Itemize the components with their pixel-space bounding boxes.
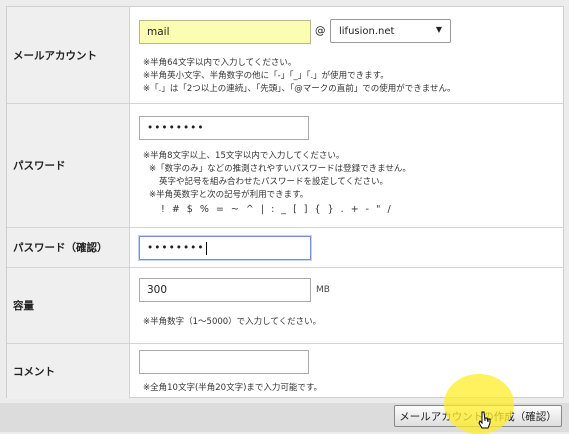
mail-note-2: ※半角英小文字、半角数字の他に「-」「_」「.」が使用できます。 — [143, 71, 389, 81]
mail-note-3: ※「.」は「2つ以上の連続」、「先頭」、「@マークの直前」での使用ができません。 — [143, 84, 456, 94]
password-symbols: ! # $ % = ~ ^ | : _ [ ] { } . + - " / — [161, 204, 393, 215]
mail-account-form: メールアカウント mail @ lifusion.net ▼ ※半角64文字以内… — [6, 6, 564, 399]
password-note-2: ※「数字のみ」などの推測されやすいパスワードは登録できません。 — [149, 164, 411, 174]
comment-label: コメント — [7, 344, 130, 399]
capacity-label: 容量 — [7, 268, 130, 343]
password-input[interactable]: •••••••• — [139, 116, 309, 140]
comment-input[interactable] — [139, 350, 309, 374]
domain-select[interactable]: lifusion.net ▼ — [330, 19, 451, 43]
row-capacity: 容量 300 MB ※半角数字（1～5000）で入力してください。 — [7, 267, 563, 343]
password-confirm-value: •••••••• — [147, 242, 205, 254]
mail-note-1: ※半角64文字以内で入力してください。 — [143, 58, 297, 68]
password-note-4: ※半角英数字と次の記号が利用できます。 — [149, 190, 309, 200]
row-password: パスワード •••••••• ※半角8文字以上、15文字以内で入力してください。… — [7, 103, 563, 227]
mail-account-label: メールアカウント — [7, 7, 130, 103]
capacity-input[interactable]: 300 — [139, 278, 311, 302]
row-password-confirm: パスワード（確認） •••••••• — [7, 227, 563, 267]
capacity-unit: MB — [316, 285, 330, 295]
password-label: パスワード — [7, 104, 130, 227]
row-mail-account: メールアカウント mail @ lifusion.net ▼ ※半角64文字以内… — [7, 7, 563, 103]
mouse-pointer-icon — [478, 411, 491, 429]
at-sign: @ — [315, 25, 326, 37]
comment-note: ※全角10文字(半角20文字)まで入力可能です。 — [143, 383, 323, 393]
domain-select-value: lifusion.net — [339, 25, 395, 37]
capacity-note: ※半角数字（1～5000）で入力してください。 — [143, 317, 322, 327]
password-note-3: 英字や記号を組み合わせたパスワードを設定してください。 — [159, 177, 388, 187]
mail-account-input[interactable]: mail — [139, 20, 311, 44]
password-note-1: ※半角8文字以上、15文字以内で入力してください。 — [143, 151, 345, 161]
password-confirm-label: パスワード（確認） — [7, 228, 130, 267]
text-caret — [205, 241, 207, 255]
password-confirm-input[interactable]: •••••••• — [139, 236, 311, 260]
chevron-down-icon: ▼ — [435, 25, 442, 34]
